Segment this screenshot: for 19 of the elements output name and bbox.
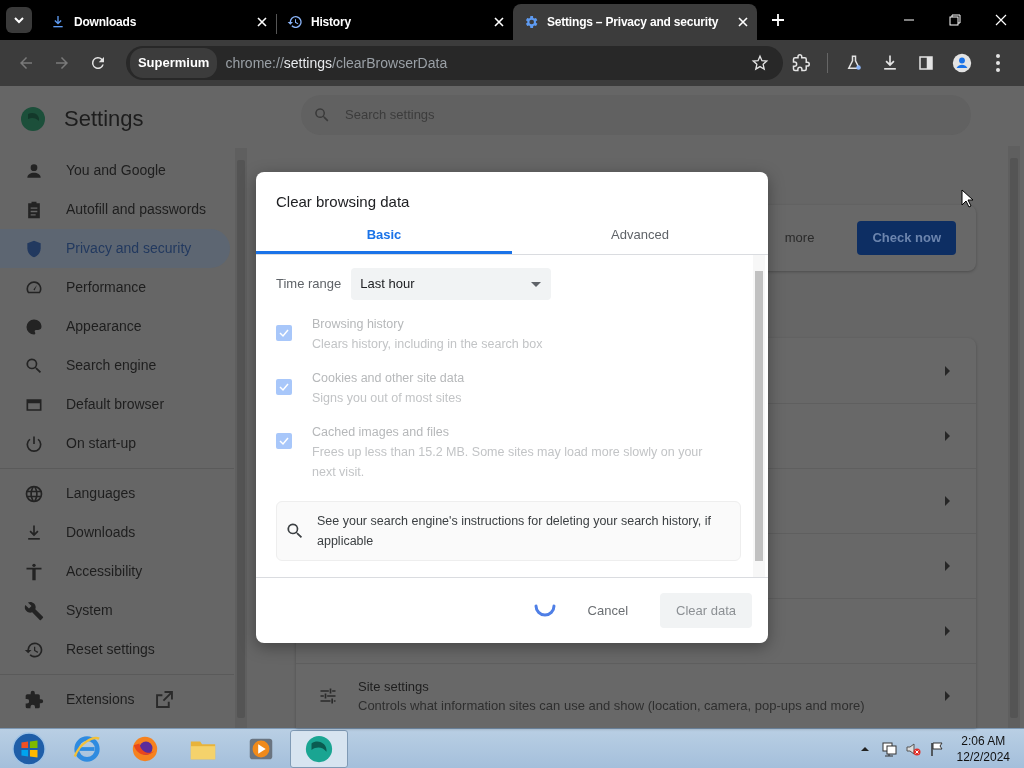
dialog-title: Clear browsing data	[275, 192, 411, 212]
tab-title: Settings – Privacy and security	[547, 14, 720, 31]
date-text: 12/2/2024	[956, 748, 1010, 765]
tab-title: History	[311, 14, 352, 31]
option-description: Clears history, including in the search box	[312, 336, 544, 353]
url-text: chrome://settings/clearBrowserData	[225, 53, 449, 73]
info-text: See your search engine's instructions for deleting your search history, if applicable	[317, 513, 713, 550]
option-title: Browsing history	[312, 316, 405, 333]
row-title: Site settings	[358, 677, 430, 696]
time-text: 2:06 AM	[960, 732, 1007, 749]
option-description: Signs you out of most sites	[312, 390, 463, 407]
option-description: Frees up less than 15.2 MB. Some sites may load more slowly on your next visit.	[312, 444, 704, 481]
page-title: Settings	[64, 105, 144, 133]
option-title: Cookies and other site data	[312, 370, 466, 387]
field-label: Time range	[276, 275, 342, 294]
learn-more-text: more	[784, 229, 815, 248]
tab-title: Downloads	[74, 14, 138, 31]
row-description: Controls what information sites can use and show (location, camera, pop-ups and more)	[358, 697, 866, 715]
option-title: Cached images and files	[312, 424, 450, 441]
